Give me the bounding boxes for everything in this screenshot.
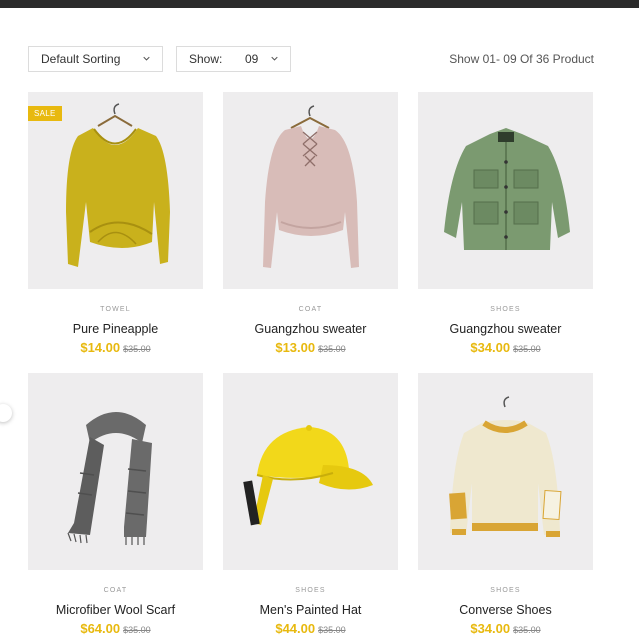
grey-knit-scarf-image [67, 412, 152, 545]
product-old-price: $35.00 [513, 344, 541, 354]
product-price: $14.00 [80, 340, 121, 355]
product-category: COAT [298, 306, 323, 313]
product-prices: $64.00 $35.00 [28, 620, 203, 638]
product-old-price: $35.00 [513, 625, 541, 635]
product-category: SHOES [490, 587, 521, 594]
product-prices: $13.00 $35.00 [223, 339, 398, 357]
product-image[interactable] [223, 92, 398, 289]
green-utility-jacket-image [444, 128, 570, 250]
product-name[interactable]: Converse Shoes [418, 603, 593, 617]
shop-toolbar: Default Sorting Show: 09 Show 01- 09 Of … [28, 46, 594, 72]
scroll-indicator-dot[interactable] [0, 404, 12, 422]
product-price: $34.00 [470, 340, 511, 355]
product-prices: $34.00 $35.00 [418, 339, 593, 357]
product-prices: $34.00 $35.00 [418, 620, 593, 638]
show-value: 09 [245, 52, 259, 66]
sort-select-label: Default Sorting [41, 52, 121, 66]
product-card[interactable]: SHOES Guangzhou sweater $34.00 $35.00 [418, 92, 593, 357]
product-card[interactable]: SHOES Converse Shoes $34.00 $35.00 [418, 373, 593, 638]
product-prices: $14.00 $35.00 [28, 339, 203, 357]
product-name[interactable]: Men's Painted Hat [223, 603, 398, 617]
product-name[interactable]: Guangzhou sweater [418, 322, 593, 336]
product-image[interactable] [28, 373, 203, 570]
product-card[interactable]: SALE TOWEL Pure Pineapple $14.00 $35.00 [28, 92, 203, 357]
product-price: $64.00 [80, 621, 121, 636]
product-category: SHOES [295, 587, 326, 594]
product-old-price: $35.00 [318, 344, 346, 354]
mustard-twist-sweater-image [66, 103, 170, 267]
yellow-baseball-cap-image [243, 425, 373, 526]
show-count-select[interactable]: Show: 09 [176, 46, 291, 72]
product-name[interactable]: Guangzhou sweater [223, 322, 398, 336]
product-old-price: $35.00 [123, 625, 151, 635]
product-category: SHOES [490, 306, 521, 313]
product-price: $44.00 [275, 621, 316, 636]
top-bar [0, 0, 639, 8]
product-image[interactable] [418, 373, 593, 570]
product-card[interactable]: SHOES Men's Painted Hat $44.00 $35.00 [223, 373, 398, 638]
product-name[interactable]: Microfiber Wool Scarf [28, 603, 203, 617]
cream-knit-sweater-image [449, 396, 562, 537]
product-category: COAT [103, 587, 128, 594]
show-label: Show: [189, 52, 223, 66]
sort-select[interactable]: Default Sorting [28, 46, 163, 72]
product-old-price: $35.00 [318, 625, 346, 635]
result-count: Show 01- 09 Of 36 Product [449, 52, 594, 66]
product-name[interactable]: Pure Pineapple [28, 322, 203, 336]
product-image[interactable] [418, 92, 593, 289]
product-image[interactable] [223, 373, 398, 570]
chevron-down-icon [271, 56, 278, 61]
product-price: $13.00 [275, 340, 316, 355]
product-card[interactable]: COAT Guangzhou sweater $13.00 $35.00 [223, 92, 398, 357]
product-prices: $44.00 $35.00 [223, 620, 398, 638]
pink-lace-up-sweater-image [263, 105, 359, 268]
product-image[interactable]: SALE [28, 92, 203, 289]
product-category: TOWEL [100, 306, 131, 313]
product-old-price: $35.00 [123, 344, 151, 354]
product-price: $34.00 [470, 621, 511, 636]
sale-badge: SALE [28, 106, 62, 121]
product-card[interactable]: COAT Microfiber Wool Scarf $64.00 $35.00 [28, 373, 203, 638]
chevron-down-icon [143, 56, 150, 61]
